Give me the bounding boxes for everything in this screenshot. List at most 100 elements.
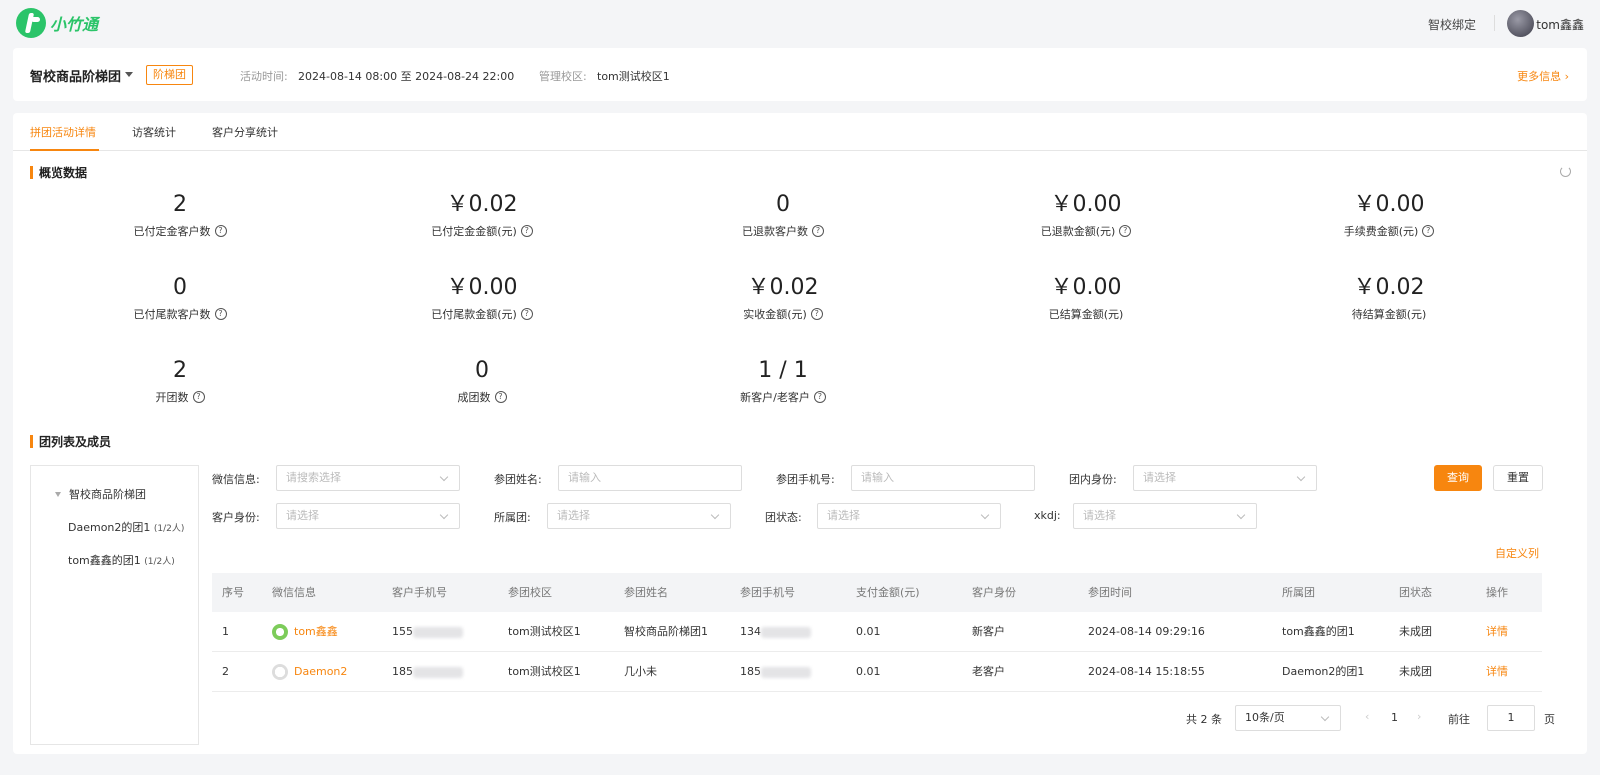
- search-button[interactable]: 查询: [1434, 465, 1482, 491]
- help-icon[interactable]: ?: [1119, 225, 1132, 237]
- tree-node-count: (1/2人): [153, 524, 185, 534]
- stat-card: ￥0.02 已付定金金额(元)?: [382, 191, 582, 239]
- chevron-down-icon: [980, 510, 990, 520]
- masked-digits: [413, 626, 463, 638]
- tree-node[interactable]: tom鑫鑫的团1 (1/2人): [68, 552, 175, 568]
- cell-text: 2024-08-14 15:18:55: [1088, 665, 1205, 678]
- help-icon[interactable]: ?: [813, 391, 826, 403]
- stat-label: 新客户/老客户: [740, 391, 810, 404]
- column-header: 客户手机号: [392, 586, 447, 599]
- stat-label: 已付定金金额(元): [431, 225, 517, 238]
- help-icon[interactable]: ?: [1422, 225, 1435, 237]
- stat-label: 手续费金额(元): [1343, 225, 1419, 238]
- tab-visitor-stats[interactable]: 访客统计: [132, 124, 176, 140]
- name-filter-label: 参团姓名:: [494, 473, 542, 486]
- cell-no: 2: [222, 652, 229, 691]
- help-icon[interactable]: ?: [192, 391, 205, 403]
- logo-icon: [16, 8, 46, 38]
- cell-text[interactable]: tom鑫鑫: [294, 625, 338, 638]
- stat-label: 已结算金额(元): [1048, 308, 1124, 321]
- refresh-icon[interactable]: [1560, 166, 1571, 177]
- cell-campus: tom测试校区1: [508, 612, 581, 651]
- more-info-link[interactable]: 更多信息 ›: [1517, 68, 1569, 84]
- stat-label-wrap: 已退款客户数?: [742, 223, 824, 239]
- page-size-select[interactable]: 10条/页: [1235, 705, 1341, 731]
- role-filter-label: 团内身份:: [1069, 473, 1117, 486]
- customer-select[interactable]: 请选择: [276, 503, 460, 529]
- cell-text: 未成团: [1399, 625, 1432, 638]
- group-tree: 智校商品阶梯团 Daemon2的团1 (1/2人) tom鑫鑫的团1 (1/2人…: [30, 465, 199, 745]
- column-header: 参团校区: [508, 586, 552, 599]
- app-logo[interactable]: 小竹通: [16, 8, 98, 38]
- help-icon[interactable]: ?: [214, 225, 227, 237]
- cell-text[interactable]: Daemon2: [294, 665, 347, 678]
- user-avatar[interactable]: [1507, 10, 1534, 37]
- cell-text: tom测试校区1: [508, 625, 581, 638]
- current-page[interactable]: 1: [1391, 711, 1398, 724]
- tab-activity-detail[interactable]: 拼团活动详情: [30, 124, 96, 140]
- wechat-avatar: [272, 624, 288, 640]
- tree-node-name: Daemon2的团1: [68, 521, 151, 534]
- status-select[interactable]: 请选择: [817, 503, 1001, 529]
- custom-columns-link[interactable]: 自定义列: [1495, 545, 1539, 561]
- stat-value: ￥0.02: [446, 192, 518, 217]
- stat-label: 开团数: [155, 391, 189, 404]
- help-icon[interactable]: ?: [520, 225, 533, 237]
- tree-node[interactable]: Daemon2的团1 (1/2人): [68, 519, 184, 535]
- help-icon[interactable]: ?: [494, 391, 507, 403]
- stat-label-wrap: 成团数?: [458, 389, 507, 405]
- tab-share-stats[interactable]: 客户分享统计: [212, 124, 278, 140]
- goto-page-input[interactable]: 1: [1487, 705, 1535, 731]
- cell-join_phone: 134: [740, 612, 811, 651]
- stat-value: ￥0.00: [446, 275, 518, 300]
- cell-action: 详情: [1486, 612, 1508, 651]
- help-icon[interactable]: ?: [812, 225, 824, 237]
- chevron-down-icon: [1236, 510, 1246, 520]
- help-icon[interactable]: ?: [810, 308, 823, 320]
- detail-link[interactable]: 详情: [1486, 625, 1508, 638]
- stat-value: 2: [173, 192, 187, 217]
- brand-name: 小竹通: [50, 15, 99, 34]
- phone-input[interactable]: 请输入: [851, 465, 1035, 491]
- cell-text: 185: [392, 665, 413, 678]
- bind-school-link[interactable]: 智校绑定: [1428, 16, 1476, 33]
- username[interactable]: tom鑫鑫: [1536, 16, 1584, 33]
- next-page-icon[interactable]: ›: [1417, 710, 1421, 723]
- caret-down-icon[interactable]: [125, 72, 133, 77]
- group-select-placeholder: 请选择: [557, 509, 590, 522]
- reset-button[interactable]: 重置: [1493, 465, 1543, 491]
- stat-card: 1 / 1 新客户/老客户?: [683, 357, 883, 405]
- activity-selector[interactable]: 智校商品阶梯团: [30, 66, 121, 85]
- name-input[interactable]: 请输入: [558, 465, 742, 491]
- help-icon[interactable]: ?: [214, 308, 227, 320]
- cell-time: 2024-08-14 09:29:16: [1088, 612, 1205, 651]
- group-select[interactable]: 请选择: [547, 503, 731, 529]
- overview-title: 概览数据: [39, 166, 88, 180]
- stat-label: 已付尾款金额(元): [431, 308, 517, 321]
- stat-label: 已退款客户数: [742, 225, 808, 238]
- wechat-select[interactable]: 请搜索选择: [276, 465, 460, 491]
- campus-value: tom测试校区1: [597, 70, 670, 83]
- detail-link[interactable]: 详情: [1486, 665, 1508, 678]
- wechat-filter-label: 微信信息:: [212, 473, 260, 486]
- help-icon[interactable]: ?: [520, 308, 533, 320]
- stat-label: 待结算金额(元): [1351, 308, 1427, 321]
- phone-filter-label: 参团手机号:: [776, 473, 835, 486]
- cell-action: 详情: [1486, 652, 1508, 691]
- status-filter-label: 团状态:: [765, 511, 802, 524]
- xkdj-select[interactable]: 请选择: [1073, 503, 1257, 529]
- prev-page-icon[interactable]: ‹: [1365, 710, 1369, 723]
- masked-digits: [413, 666, 463, 678]
- cell-text: 155: [392, 625, 413, 638]
- stat-card: ￥0.00 已退款金额(元)?: [986, 191, 1186, 239]
- top-bar: 小竹通 智校绑定 tom鑫鑫: [0, 0, 1600, 48]
- chevron-down-icon: [439, 472, 449, 482]
- status-select-placeholder: 请选择: [827, 509, 860, 522]
- tree-expand-icon[interactable]: [55, 492, 61, 497]
- cell-name: 智校商品阶梯团1: [624, 612, 708, 651]
- table-header: 序号 微信信息 客户手机号 参团校区 参团姓名 参团手机号 支付金额(元) 客户身份 参团时间 所…: [212, 573, 1542, 612]
- stat-value: 0: [173, 275, 187, 300]
- cell-amount: 0.01: [856, 612, 881, 651]
- tree-root[interactable]: 智校商品阶梯团: [69, 486, 146, 502]
- role-select[interactable]: 请选择: [1133, 465, 1317, 491]
